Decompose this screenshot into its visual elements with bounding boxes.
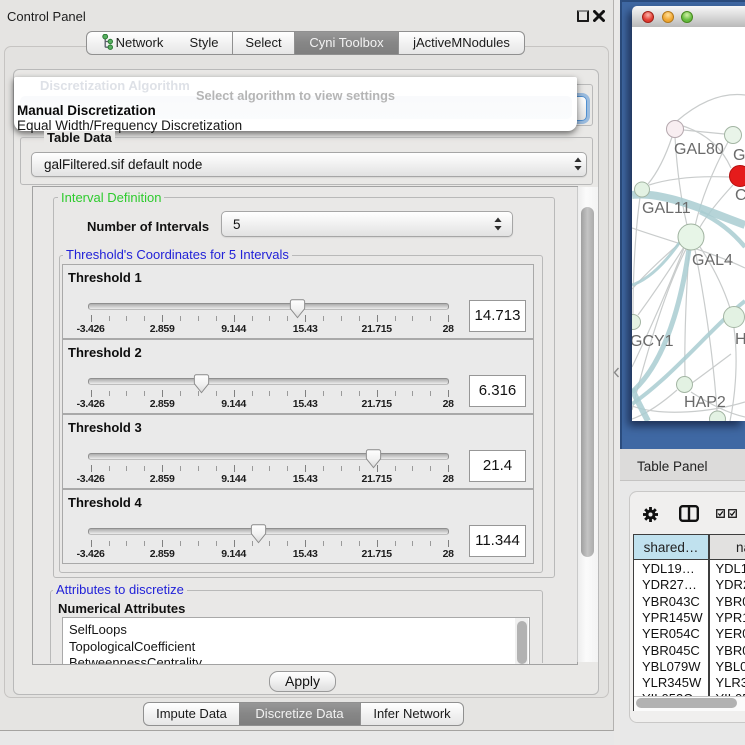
svg-text:HAP2: HAP2 [684,394,726,411]
svg-text:GAL80: GAL80 [674,141,724,158]
svg-text:GA: GA [733,147,745,164]
svg-text:H: H [735,331,745,348]
svg-text:GAL4: GAL4 [692,252,733,269]
svg-text:C: C [735,187,745,204]
svg-text:GAL11: GAL11 [642,200,691,217]
svg-text:GCY1: GCY1 [632,333,674,350]
